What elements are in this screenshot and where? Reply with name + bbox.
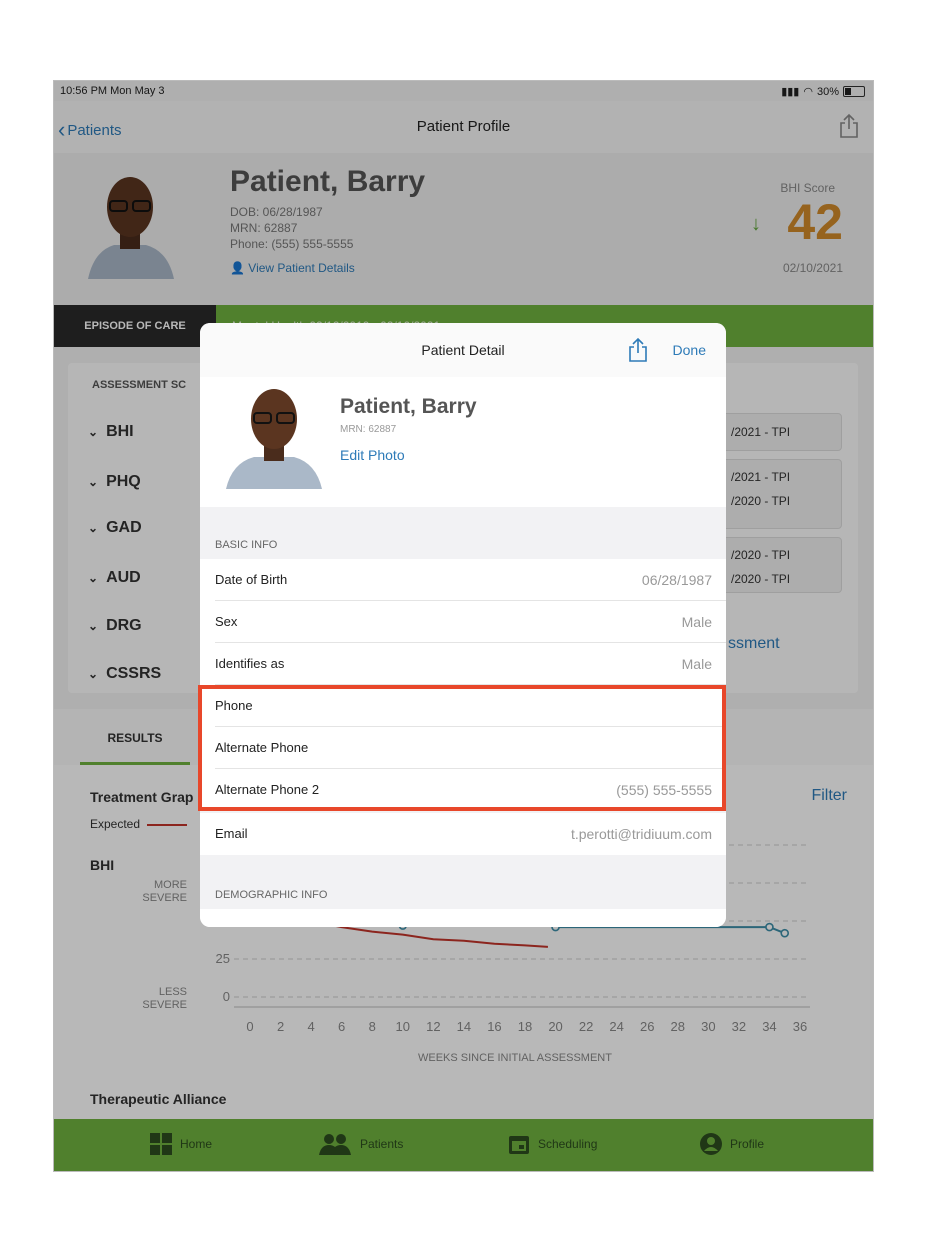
- row-email[interactable]: Email t.perotti@tridiuum.com: [200, 813, 726, 855]
- row-value: Male: [681, 614, 712, 630]
- row-value: t.perotti@tridiuum.com: [570, 826, 712, 842]
- phone-fields-highlight: [198, 685, 726, 811]
- demographic-info-header: DEMOGRAPHIC INFO: [215, 889, 328, 901]
- share-icon[interactable]: [628, 337, 648, 363]
- row-label: Email: [215, 826, 248, 841]
- modal-patient-name: Patient, Barry: [340, 395, 477, 418]
- modal-header: Patient Detail Done: [200, 323, 726, 378]
- row-sex[interactable]: Sex Male: [200, 601, 726, 643]
- modal-profile: Patient, Barry MRN: 62887 Edit Photo: [200, 377, 726, 507]
- patient-photo[interactable]: [224, 377, 324, 489]
- modal-patient-mrn: MRN: 62887: [340, 424, 397, 435]
- done-button[interactable]: Done: [673, 342, 706, 358]
- edit-photo-button[interactable]: Edit Photo: [340, 447, 405, 463]
- basic-info-header: BASIC INFO: [215, 539, 278, 551]
- patient-detail-modal: Patient Detail Done Patient, Barry MRN: …: [200, 323, 726, 927]
- row-label: Sex: [215, 614, 238, 629]
- row-date-of-birth[interactable]: Date of Birth 06/28/1987: [200, 559, 726, 601]
- row-label: Identifies as: [215, 656, 285, 671]
- row-demographic-partial[interactable]: [200, 909, 726, 927]
- row-value: 06/28/1987: [641, 572, 712, 588]
- ipad-screen: 10:56 PM Mon May 3 ▮▮▮ ◠ 30% ‹ Patients …: [53, 80, 874, 1172]
- row-identifies-as[interactable]: Identifies as Male: [200, 643, 726, 685]
- row-value: Male: [681, 656, 712, 672]
- row-label: Date of Birth: [215, 572, 288, 587]
